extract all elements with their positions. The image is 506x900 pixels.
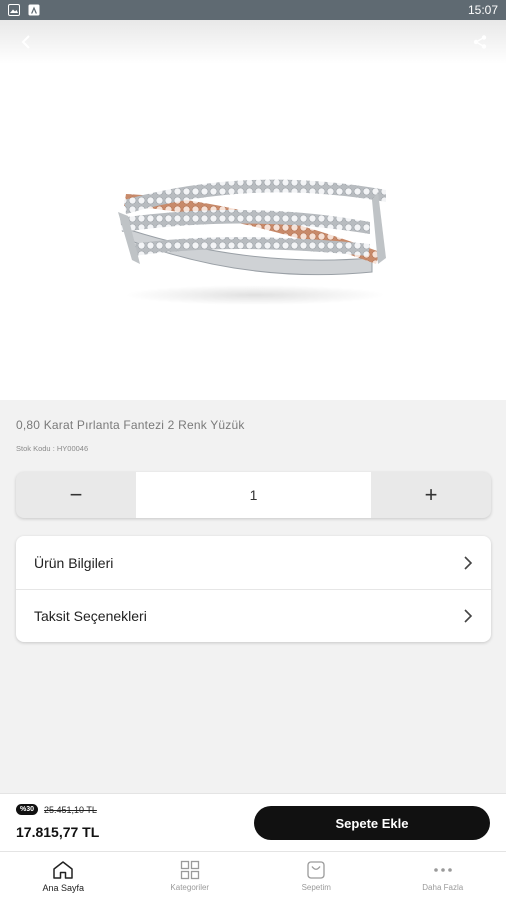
status-time: 15:07 bbox=[467, 3, 498, 17]
image-notification-icon bbox=[8, 4, 20, 16]
tab-categories[interactable]: Kategoriler bbox=[127, 852, 254, 900]
top-bar bbox=[0, 20, 506, 64]
info-card: Ürün Bilgileri Taksit Seçenekleri bbox=[16, 536, 491, 642]
old-price-row: %30 25.451,10 TL bbox=[16, 804, 97, 815]
product-image-area bbox=[0, 20, 506, 400]
app-notification-icon bbox=[28, 4, 40, 16]
cart-icon bbox=[307, 861, 325, 879]
chevron-right-icon bbox=[464, 609, 473, 623]
product-info-row[interactable]: Ürün Bilgileri bbox=[16, 536, 491, 589]
increase-quantity-button[interactable]: + bbox=[371, 472, 491, 518]
product-info-label: Ürün Bilgileri bbox=[34, 554, 114, 571]
tab-home[interactable]: Ana Sayfa bbox=[0, 852, 127, 900]
ring-image bbox=[118, 179, 386, 305]
current-price: 17.815,77 TL bbox=[16, 824, 100, 840]
quantity-stepper: − 1 + bbox=[16, 472, 491, 518]
tab-more-label: Daha Fazla bbox=[422, 883, 464, 892]
product-sku: Stok Kodu : HY00046 bbox=[16, 444, 89, 453]
installment-options-row[interactable]: Taksit Seçenekleri bbox=[16, 589, 491, 642]
tab-home-label: Ana Sayfa bbox=[42, 882, 85, 893]
bottom-tab-bar: Ana Sayfa Kategoriler Sepetim Daha Fazla bbox=[0, 851, 506, 900]
more-icon bbox=[433, 868, 452, 872]
installment-options-label: Taksit Seçenekleri bbox=[34, 608, 147, 624]
back-button[interactable] bbox=[14, 30, 38, 54]
tab-cart-label: Sepetim bbox=[301, 883, 331, 892]
chevron-left-icon bbox=[21, 35, 30, 49]
chevron-right-icon bbox=[464, 555, 473, 570]
quantity-value[interactable]: 1 bbox=[136, 472, 371, 518]
tab-more[interactable]: Daha Fazla bbox=[380, 852, 506, 900]
status-icons bbox=[8, 4, 40, 16]
product-image[interactable] bbox=[110, 160, 400, 310]
tab-categories-label: Kategoriler bbox=[170, 883, 210, 892]
discount-badge: %30 bbox=[16, 804, 39, 815]
status-bar: 15:07 bbox=[0, 0, 506, 20]
home-icon bbox=[53, 860, 73, 879]
buy-bar: %30 25.451,10 TL 17.815,77 TL Sepete Ekl… bbox=[0, 793, 506, 851]
product-title: 0,80 Karat Pırlanta Fantezi 2 Renk Yüzük bbox=[16, 418, 245, 432]
grid-icon bbox=[180, 860, 199, 880]
decrease-quantity-button[interactable]: − bbox=[16, 472, 136, 518]
old-price: 25.451,10 TL bbox=[44, 804, 97, 815]
tab-cart[interactable]: Sepetim bbox=[253, 852, 380, 900]
share-icon bbox=[473, 35, 487, 49]
add-to-cart-button[interactable]: Sepete Ekle bbox=[254, 806, 490, 840]
share-button[interactable] bbox=[468, 30, 492, 54]
